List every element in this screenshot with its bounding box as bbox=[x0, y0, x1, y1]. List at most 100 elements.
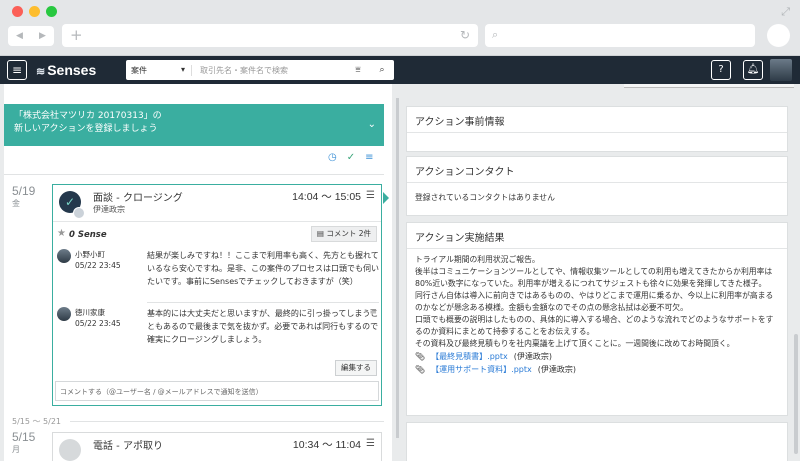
fullscreen-icon[interactable]: ⤢ bbox=[781, 5, 790, 19]
search-icon[interactable]: ⌕ bbox=[370, 65, 394, 75]
contact-panel: アクションコンタクト 登録されているコンタクトはありません bbox=[406, 156, 788, 216]
filter-lines-icon[interactable]: ≡ bbox=[365, 152, 373, 163]
comment-date: 05/22 23:45 bbox=[75, 319, 121, 328]
reload-icon[interactable]: ↻ bbox=[460, 28, 470, 42]
scrollbar[interactable] bbox=[794, 334, 798, 454]
status-circle-icon bbox=[59, 439, 81, 461]
panel-title: アクションコンタクト bbox=[407, 157, 787, 183]
action-time: 10:34 ～ 11:04 bbox=[292, 439, 361, 451]
minimize-window-button[interactable] bbox=[29, 6, 40, 17]
result-line: その資料及び最終見積もりを社内稟議を上げて頂くことに。一週間後に改めてお時間頂く… bbox=[415, 339, 735, 348]
attachment-icon: 📎︎ bbox=[415, 365, 426, 374]
back-icon[interactable]: ◀ bbox=[16, 31, 23, 41]
app-header: ≡ ≋Senses 案件 ▾ ⩸ ⌕ ? 🔔︎ bbox=[0, 56, 800, 84]
action-owner[interactable]: 伊達政宗 bbox=[93, 204, 125, 215]
logo-text: Senses bbox=[47, 62, 97, 78]
timeline-date: 5/19 bbox=[12, 184, 36, 198]
divider bbox=[53, 221, 381, 222]
comment-menu-icon[interactable]: ≡ bbox=[369, 307, 377, 317]
result-line: 口頭でも概要の説明はしたものの、具体的に導入する場合、どのような流れでどのような… bbox=[415, 315, 774, 336]
comment-text: 基本的には大丈夫だと思いますが、最終的に引っ掛ってしまうこともあるので最後まで気… bbox=[147, 309, 379, 344]
panel-title: アクション事前情報 bbox=[407, 107, 787, 133]
app-logo[interactable]: ≋ Senses bbox=[36, 62, 96, 78]
attachment-owner: (伊達政宗) bbox=[537, 365, 576, 374]
result-body: トライアル期間の利用状況ご報告。 後半はコミュニケーションツールとしてや、情報収… bbox=[407, 249, 787, 381]
global-search: 案件 ▾ ⩸ ⌕ bbox=[126, 60, 394, 80]
top-tab-strip bbox=[624, 84, 794, 88]
banner-line1: 「株式会社マツリカ 20170313」の bbox=[14, 111, 162, 121]
new-action-banner[interactable]: 「株式会社マツリカ 20170313」の 新しいアクションを登録しましょう ⌄ bbox=[4, 104, 384, 146]
attachment-item: 📎︎ 【運用サポート資料】.pptx (伊達政宗) bbox=[415, 363, 779, 376]
star-icon[interactable]: ★ bbox=[57, 228, 66, 239]
comment-count-button[interactable]: ▤ コメント 2件 bbox=[310, 226, 377, 242]
attachment-icon: 📎︎ bbox=[415, 352, 426, 361]
comment-input[interactable]: コメントする（@ユーザー名 / @メールアドレスで通知を送信） bbox=[55, 381, 379, 401]
caret-down-icon: ▾ bbox=[180, 64, 185, 74]
help-icon[interactable]: ? bbox=[711, 60, 731, 80]
result-line: 同行さん自体は導入に前向きではあるものの、やはりどこまで運用に乗るか、今以上に利… bbox=[415, 291, 774, 312]
pre-info-panel: アクション事前情報 bbox=[406, 106, 788, 152]
avatar bbox=[73, 207, 85, 219]
comment-text: 結果が楽しみですね！！ここまで利用率も高く、先方とも握れているなら安心ですね。是… bbox=[147, 251, 379, 286]
contact-empty-message: 登録されているコンタクトはありません bbox=[415, 193, 555, 202]
search-category-label: 案件 bbox=[131, 65, 147, 75]
attachment-item: 📎︎ 【最終見積書】.pptx (伊達政宗) bbox=[415, 350, 779, 363]
timeline-date: 5/15 bbox=[12, 430, 36, 444]
browser-extension-button[interactable] bbox=[767, 24, 790, 47]
action-time: 14:04 ～ 15:05 bbox=[292, 191, 361, 203]
browser-chrome: ⤢ ◀ ▶ + ↻ ⌕ bbox=[0, 0, 800, 56]
divider bbox=[4, 174, 384, 175]
avatar bbox=[57, 307, 71, 321]
attachment-link[interactable]: 【運用サポート資料】.pptx bbox=[431, 363, 532, 376]
comment-date: 05/22 23:45 bbox=[75, 261, 121, 270]
forward-icon[interactable]: ▶ bbox=[39, 31, 46, 41]
result-line: トライアル期間の利用状況ご報告。 bbox=[415, 255, 540, 264]
banner-line2: 新しいアクションを登録しましょう bbox=[14, 124, 158, 134]
menu-icon[interactable]: ≡ bbox=[7, 60, 27, 80]
main-area: 「株式会社マツリカ 20170313」の 新しいアクションを登録しましょう ⌄ … bbox=[0, 84, 800, 461]
sense-count: 0 Sense bbox=[69, 230, 107, 240]
pane-splitter[interactable] bbox=[396, 98, 399, 438]
menu-icon[interactable]: ☰ bbox=[366, 190, 375, 201]
action-card[interactable]: 電話 - アポ取り 10:34 ～ 11:04 ☰ bbox=[52, 432, 382, 461]
timeline-weekday: 金 bbox=[12, 199, 20, 208]
week-range: 5/15 ～ 5/21 bbox=[12, 417, 62, 426]
avatar bbox=[57, 249, 71, 263]
timeline-weekday: 月 bbox=[12, 445, 20, 454]
check-icon[interactable]: ✓ bbox=[347, 152, 355, 163]
attachment-link[interactable]: 【最終見積書】.pptx bbox=[431, 350, 508, 363]
action-title: 電話 - アポ取り bbox=[93, 441, 163, 452]
divider bbox=[147, 302, 379, 303]
attachment-owner: (伊達政宗) bbox=[513, 352, 552, 361]
notification-bell-icon[interactable]: 🔔︎ bbox=[743, 60, 763, 80]
comment-author[interactable]: 小野小町 bbox=[75, 249, 105, 260]
menu-icon[interactable]: ☰ bbox=[366, 438, 375, 449]
window-controls bbox=[12, 6, 57, 17]
close-window-button[interactable] bbox=[12, 6, 23, 17]
browser-search-bar[interactable]: ⌕ bbox=[485, 24, 755, 47]
panel-title: アクション実施結果 bbox=[407, 223, 787, 249]
new-tab-icon[interactable]: + bbox=[70, 26, 83, 44]
clock-icon[interactable]: ◷ bbox=[328, 152, 337, 163]
search-icon: ⌕ bbox=[492, 28, 499, 41]
browser-nav-buttons: ◀ ▶ bbox=[8, 26, 54, 46]
result-panel: アクション実施結果 トライアル期間の利用状況ご報告。 後半はコミュニケーションツ… bbox=[406, 222, 788, 416]
search-input[interactable] bbox=[192, 65, 346, 75]
comment-icon: ▤ bbox=[316, 229, 324, 238]
user-avatar[interactable] bbox=[770, 59, 792, 81]
additional-panel bbox=[406, 422, 788, 461]
address-bar[interactable]: + ↻ bbox=[62, 24, 478, 47]
timeline-tools: ◷ ✓ ≡ bbox=[328, 152, 374, 163]
zoom-window-button[interactable] bbox=[46, 6, 57, 17]
logo-mark-icon: ≋ bbox=[36, 66, 46, 78]
selected-arrow-icon bbox=[383, 192, 389, 204]
divider bbox=[70, 421, 384, 422]
comment-count-label: コメント 2件 bbox=[326, 229, 371, 238]
edit-button[interactable]: 編集する bbox=[335, 360, 377, 376]
action-card[interactable]: ✓ 面談 - クロージング 伊達政宗 14:04 ～ 15:05 ☰ ★ 0 S… bbox=[52, 184, 382, 406]
comment-author[interactable]: 徳川家康 bbox=[75, 307, 105, 318]
filter-icon[interactable]: ⩸ bbox=[346, 65, 370, 75]
action-title: 面談 - クロージング bbox=[93, 193, 183, 204]
search-category-select[interactable]: 案件 ▾ bbox=[126, 64, 192, 76]
chevron-down-icon[interactable]: ⌄ bbox=[368, 118, 376, 131]
